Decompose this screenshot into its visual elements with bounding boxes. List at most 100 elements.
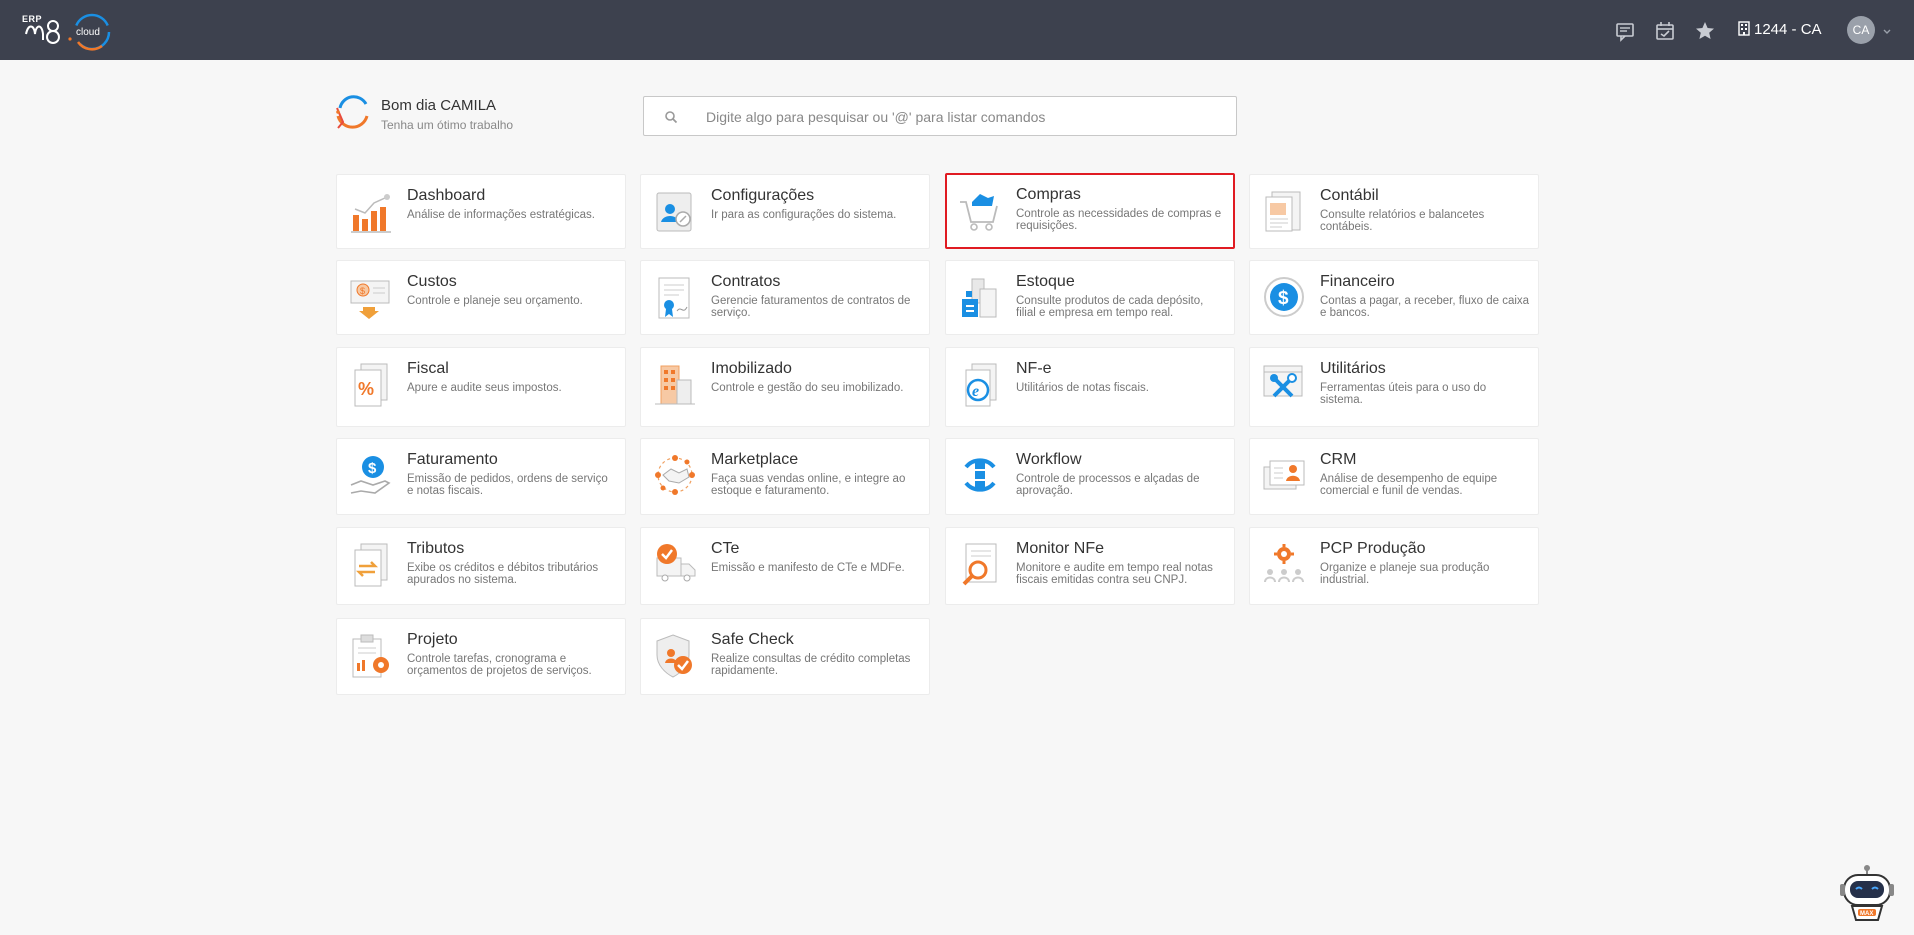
module-description: Emissão e manifesto de CTe e MDFe. [711,562,905,574]
module-card-crm[interactable]: CRM Análise de desempenho de equipe come… [1249,438,1539,515]
module-title: Marketplace [711,451,799,468]
svg-text:e: e [972,383,979,400]
money-down-icon: $ [349,275,393,321]
module-card-utilitarios[interactable]: Utilitários Ferramentas úteis para o uso… [1249,347,1539,427]
ledger-document-icon [1262,189,1306,235]
module-title: Imobilizado [711,360,792,377]
module-card-imobilizado[interactable]: Imobilizado Controle e gestão do seu imo… [640,347,930,427]
company-selector[interactable]: 1244 - CA [1738,21,1822,38]
e-document-icon: e [958,362,1002,408]
shield-check-icon [653,633,697,679]
contract-icon [653,275,697,321]
percent-document-icon: % [349,362,393,408]
tools-icon [1262,362,1306,408]
module-title: Dashboard [407,187,486,204]
warehouse-icon [958,275,1002,321]
module-card-monitor-nfe[interactable]: Monitor NFe Monitore e audite em tempo r… [945,527,1235,605]
module-description: Análise de informações estratégicas. [407,209,595,221]
module-card-workflow[interactable]: Workflow Controle de processos e alçadas… [945,438,1235,515]
app-logo[interactable]: cloud ERP [22,12,114,52]
module-card-faturamento[interactable]: $ Faturamento Emissão de pedidos, ordens… [336,438,626,515]
module-description: Utilitários de notas fiscais. [1016,382,1149,394]
module-title: Estoque [1016,273,1075,290]
contact-cards-icon [1262,453,1306,499]
module-title: Tributos [407,540,465,557]
search-icon [664,110,678,124]
module-title: Faturamento [407,451,498,468]
logo-erp-label: ERP [22,14,43,24]
module-description: Contas a pagar, a receber, fluxo de caix… [1320,295,1530,319]
settings-profile-icon [653,189,697,235]
module-description: Exibe os créditos e débitos tributários … [407,562,599,586]
module-title: Contábil [1320,187,1379,204]
module-description: Controle e planeje seu orçamento. [407,295,583,307]
module-card-custos[interactable]: $ Custos Controle e planeje seu orçament… [336,260,626,335]
robot-assistant-icon[interactable]: MAX [1838,862,1896,924]
module-title: Workflow [1016,451,1082,468]
module-description: Faça suas vendas online, e integre ao es… [711,473,906,497]
module-description: Consulte produtos de cada depósito, fili… [1016,295,1204,319]
module-card-pcp-producao[interactable]: PCP Produção Organize e planeje sua prod… [1249,527,1539,605]
module-card-tributos[interactable]: Tributos Exibe os créditos e débitos tri… [336,527,626,605]
svg-text:$: $ [360,286,365,296]
module-card-configuracoes[interactable]: Configurações Ir para as configurações d… [640,174,930,249]
module-card-fiscal[interactable]: % Fiscal Apure e audite seus impostos. [336,347,626,427]
module-title: Compras [1016,186,1081,203]
module-title: Financeiro [1320,273,1395,290]
chat-icon[interactable] [1614,20,1636,42]
clipboard-gear-icon [349,633,393,679]
search-box[interactable] [643,96,1237,136]
module-card-contratos[interactable]: Contratos Gerencie faturamentos de contr… [640,260,930,335]
module-card-estoque[interactable]: Estoque Consulte produtos de cada depósi… [945,260,1235,335]
production-gear-icon [1262,542,1306,588]
module-description: Análise de desempenho de equipe comercia… [1320,473,1498,497]
user-avatar[interactable]: CA [1847,16,1875,44]
module-title: CTe [711,540,740,557]
top-bar: cloud ERP 1244 - CA CA [0,0,1914,60]
module-title: Projeto [407,631,458,648]
buildings-icon [653,362,697,408]
module-title: CRM [1320,451,1357,468]
module-title: Fiscal [407,360,449,377]
module-card-dashboard[interactable]: Dashboard Análise de informações estraté… [336,174,626,249]
calendar-check-icon[interactable] [1654,20,1676,42]
module-title: Monitor NFe [1016,540,1105,557]
svg-text:cloud: cloud [76,27,100,38]
magnifier-document-icon [958,542,1002,588]
module-card-contabil[interactable]: Contábil Consulte relatórios e balancete… [1249,174,1539,249]
module-description: Emissão de pedidos, ordens de serviço e … [407,473,608,497]
module-description: Controle tarefas, cronograma e orçamento… [407,653,592,677]
chart-bars-icon [349,189,393,235]
workflow-icon [958,453,1002,499]
chevron-down-icon[interactable] [1882,24,1892,34]
module-card-safe-check[interactable]: Safe Check Realize consultas de crédito … [640,618,930,695]
module-description: Apure e audite seus impostos. [407,382,562,394]
truck-check-icon [653,542,697,588]
smile-logo-icon [335,94,371,134]
module-title: Contratos [711,273,781,290]
greeting-title: Bom dia CAMILA [381,97,497,114]
module-card-marketplace[interactable]: Marketplace Faça suas vendas online, e i… [640,438,930,515]
svg-text:$: $ [1278,288,1289,309]
module-title: NF-e [1016,360,1052,377]
handshake-icon [653,453,697,499]
module-card-nfe[interactable]: e NF-e Utilitários de notas fiscais. [945,347,1235,427]
module-description: Controle de processos e alçadas de aprov… [1016,473,1200,497]
shopping-cart-icon [958,188,1002,234]
star-icon[interactable] [1694,20,1716,42]
module-description: Controle e gestão do seu imobilizado. [711,382,904,394]
module-card-compras[interactable]: Compras Controle as necessidades de comp… [945,173,1235,249]
module-card-projeto[interactable]: Projeto Controle tarefas, cronograma e o… [336,618,626,695]
module-title: Safe Check [711,631,794,648]
exchange-document-icon [349,542,393,588]
module-description: Gerencie faturamentos de contratos de se… [711,295,911,319]
module-description: Organize e planeje sua produção industri… [1320,562,1490,586]
module-card-cte[interactable]: CTe Emissão e manifesto de CTe e MDFe. [640,527,930,605]
module-card-financeiro[interactable]: $ Financeiro Contas a pagar, a receber, … [1249,260,1539,335]
module-description: Ir para as configurações do sistema. [711,209,897,221]
svg-text:%: % [358,379,374,399]
module-title: Custos [407,273,457,290]
search-input[interactable] [706,105,1226,129]
module-description: Monitore e audite em tempo real notas fi… [1016,562,1213,586]
building-icon [1738,21,1750,36]
